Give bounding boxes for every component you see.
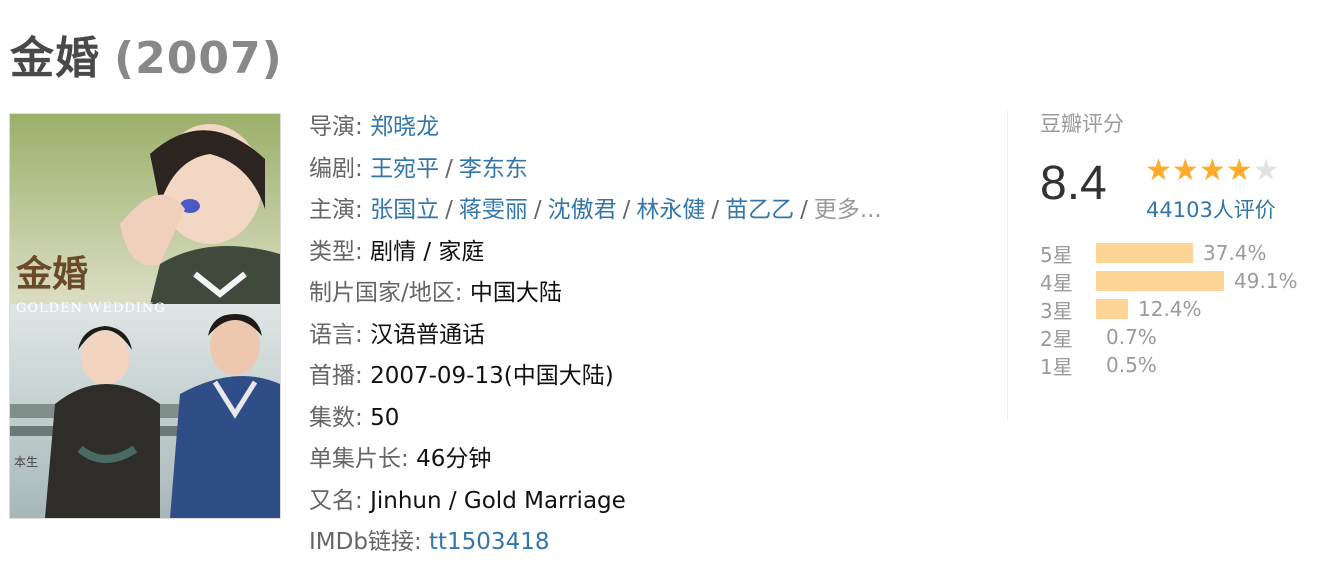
rating-score: 8.4: [1040, 157, 1107, 210]
cast-row: 主演: 张国立 / 蒋雯丽 / 沈傲君 / 林永健 / 苗乙乙 / 更多...: [309, 197, 882, 223]
title-name: 金婚: [10, 33, 100, 84]
rating-dist-label: 2星: [1040, 326, 1073, 351]
director-row: 导演: 郑晓龙: [309, 114, 440, 140]
cast-link-5[interactable]: 苗乙乙: [725, 197, 794, 223]
episodes-row: 集数: 50: [309, 404, 400, 431]
director-link[interactable]: 郑晓龙: [370, 114, 439, 140]
star-icon: ★: [1252, 153, 1280, 188]
premiere-label: 首播: [309, 363, 355, 389]
poster-badge: 本生: [14, 455, 38, 469]
star-icon: ★: [1171, 153, 1199, 188]
rating-dist-percent: 0.7%: [1106, 325, 1157, 349]
star-icon: ★: [1198, 153, 1226, 188]
cast-link-2[interactable]: 蒋雯丽: [459, 197, 528, 223]
rating-dist-row: 1星 0.5%: [1040, 351, 1310, 379]
episodes-value: 50: [370, 404, 400, 431]
episodes-label: 集数: [309, 404, 355, 431]
premiere-row: 首播: 2007-09-13(中国大陆): [309, 363, 614, 389]
country-value: 中国大陆: [469, 280, 562, 306]
rating-panel: 豆瓣评分 8.4 ★★★★★ 44103人评价 5星 37.4% 4星 49.1% 3星…: [1040, 108, 1310, 379]
genre-value: 剧情 / 家庭: [370, 238, 485, 265]
rating-dist-label: 5星: [1040, 242, 1073, 267]
cast-link-3[interactable]: 沈傲君: [548, 197, 617, 223]
episode-length-value: 46分钟: [416, 446, 492, 472]
rating-distribution: 5星 37.4% 4星 49.1% 3星 12.4% 2星 0.7% 1星 0.5%: [1040, 239, 1310, 379]
score-row: 8.4 ★★★★★ 44103人评价: [1040, 150, 1310, 230]
writer-label: 编剧: [309, 155, 355, 182]
language-row: 语言: 汉语普通话: [309, 321, 486, 348]
episode-length-label: 单集片长: [309, 446, 401, 472]
rating-dist-percent: 49.1%: [1234, 269, 1298, 293]
rating-dist-row: 2星 0.7%: [1040, 323, 1310, 351]
rating-dist-bar: [1096, 299, 1128, 319]
aka-row: 又名: Jinhun / Gold Marriage: [309, 487, 626, 514]
rating-dist-row: 5星 37.4%: [1040, 239, 1310, 267]
genre-label: 类型: [309, 238, 355, 265]
rating-dist-row: 3星 12.4%: [1040, 295, 1310, 323]
cast-label: 主演: [309, 197, 355, 223]
rating-dist-row: 4星 49.1%: [1040, 267, 1310, 295]
star-icon: ★: [1225, 153, 1253, 188]
country-row: 制片国家/地区: 中国大陆: [309, 280, 562, 306]
genre-row: 类型: 剧情 / 家庭: [309, 238, 485, 265]
title-year: (2007): [114, 33, 283, 84]
episode-length-row: 单集片长: 46分钟: [309, 446, 492, 472]
premiere-value: 2007-09-13(中国大陆): [370, 363, 614, 389]
rating-dist-bar: [1096, 271, 1224, 291]
writer-link-2[interactable]: 李东东: [459, 156, 528, 182]
aka-label: 又名: [309, 487, 355, 514]
rating-dist-percent: 0.5%: [1106, 353, 1157, 377]
poster-subtitle: GOLDEN WEDDING: [16, 301, 166, 316]
rating-dist-bar: [1096, 243, 1193, 263]
rating-dist-label: 4星: [1040, 270, 1073, 295]
cast-link-4[interactable]: 林永健: [636, 197, 705, 223]
rating-title: 豆瓣评分: [1040, 112, 1124, 136]
info-panel: 导演: 郑晓龙 编剧: 王宛平 / 李东东 主演: 张国立 / 蒋雯丽 / 沈傲君 / 林永健 /…: [309, 107, 999, 564]
poster-title: 金婚: [15, 253, 88, 295]
imdb-link[interactable]: tt1503418: [429, 529, 549, 555]
rating-dist-percent: 37.4%: [1203, 241, 1267, 265]
imdb-row: IMDb链接: tt1503418: [309, 529, 550, 555]
country-label: 制片国家/地区: [309, 280, 455, 306]
imdb-label: IMDb链接: [309, 529, 414, 555]
aka-value: Jinhun / Gold Marriage: [370, 487, 626, 514]
writer-link-1[interactable]: 王宛平: [370, 156, 439, 182]
cast-more-link[interactable]: 更多...: [814, 197, 882, 223]
star-icon: ★: [1145, 153, 1172, 188]
rating-dist-label: 3星: [1040, 298, 1073, 323]
writer-row: 编剧: 王宛平 / 李东东: [309, 155, 528, 182]
language-label: 语言: [309, 321, 355, 348]
language-value: 汉语普通话: [370, 321, 486, 348]
poster-illustration: 金婚 GOLDEN WEDDING 本生: [10, 114, 280, 518]
page-title: 金婚 (2007): [10, 22, 283, 86]
rating-dist-label: 1星: [1040, 354, 1073, 379]
rating-stars: ★★★★★: [1145, 154, 1280, 188]
cast-link-1[interactable]: 张国立: [370, 197, 439, 223]
rating-votes-link[interactable]: 44103人评价: [1146, 194, 1276, 224]
director-label: 导演: [309, 114, 355, 140]
rating-dist-percent: 12.4%: [1138, 297, 1202, 321]
poster-image[interactable]: 金婚 GOLDEN WEDDING 本生: [9, 113, 281, 519]
divider: [1007, 110, 1008, 420]
